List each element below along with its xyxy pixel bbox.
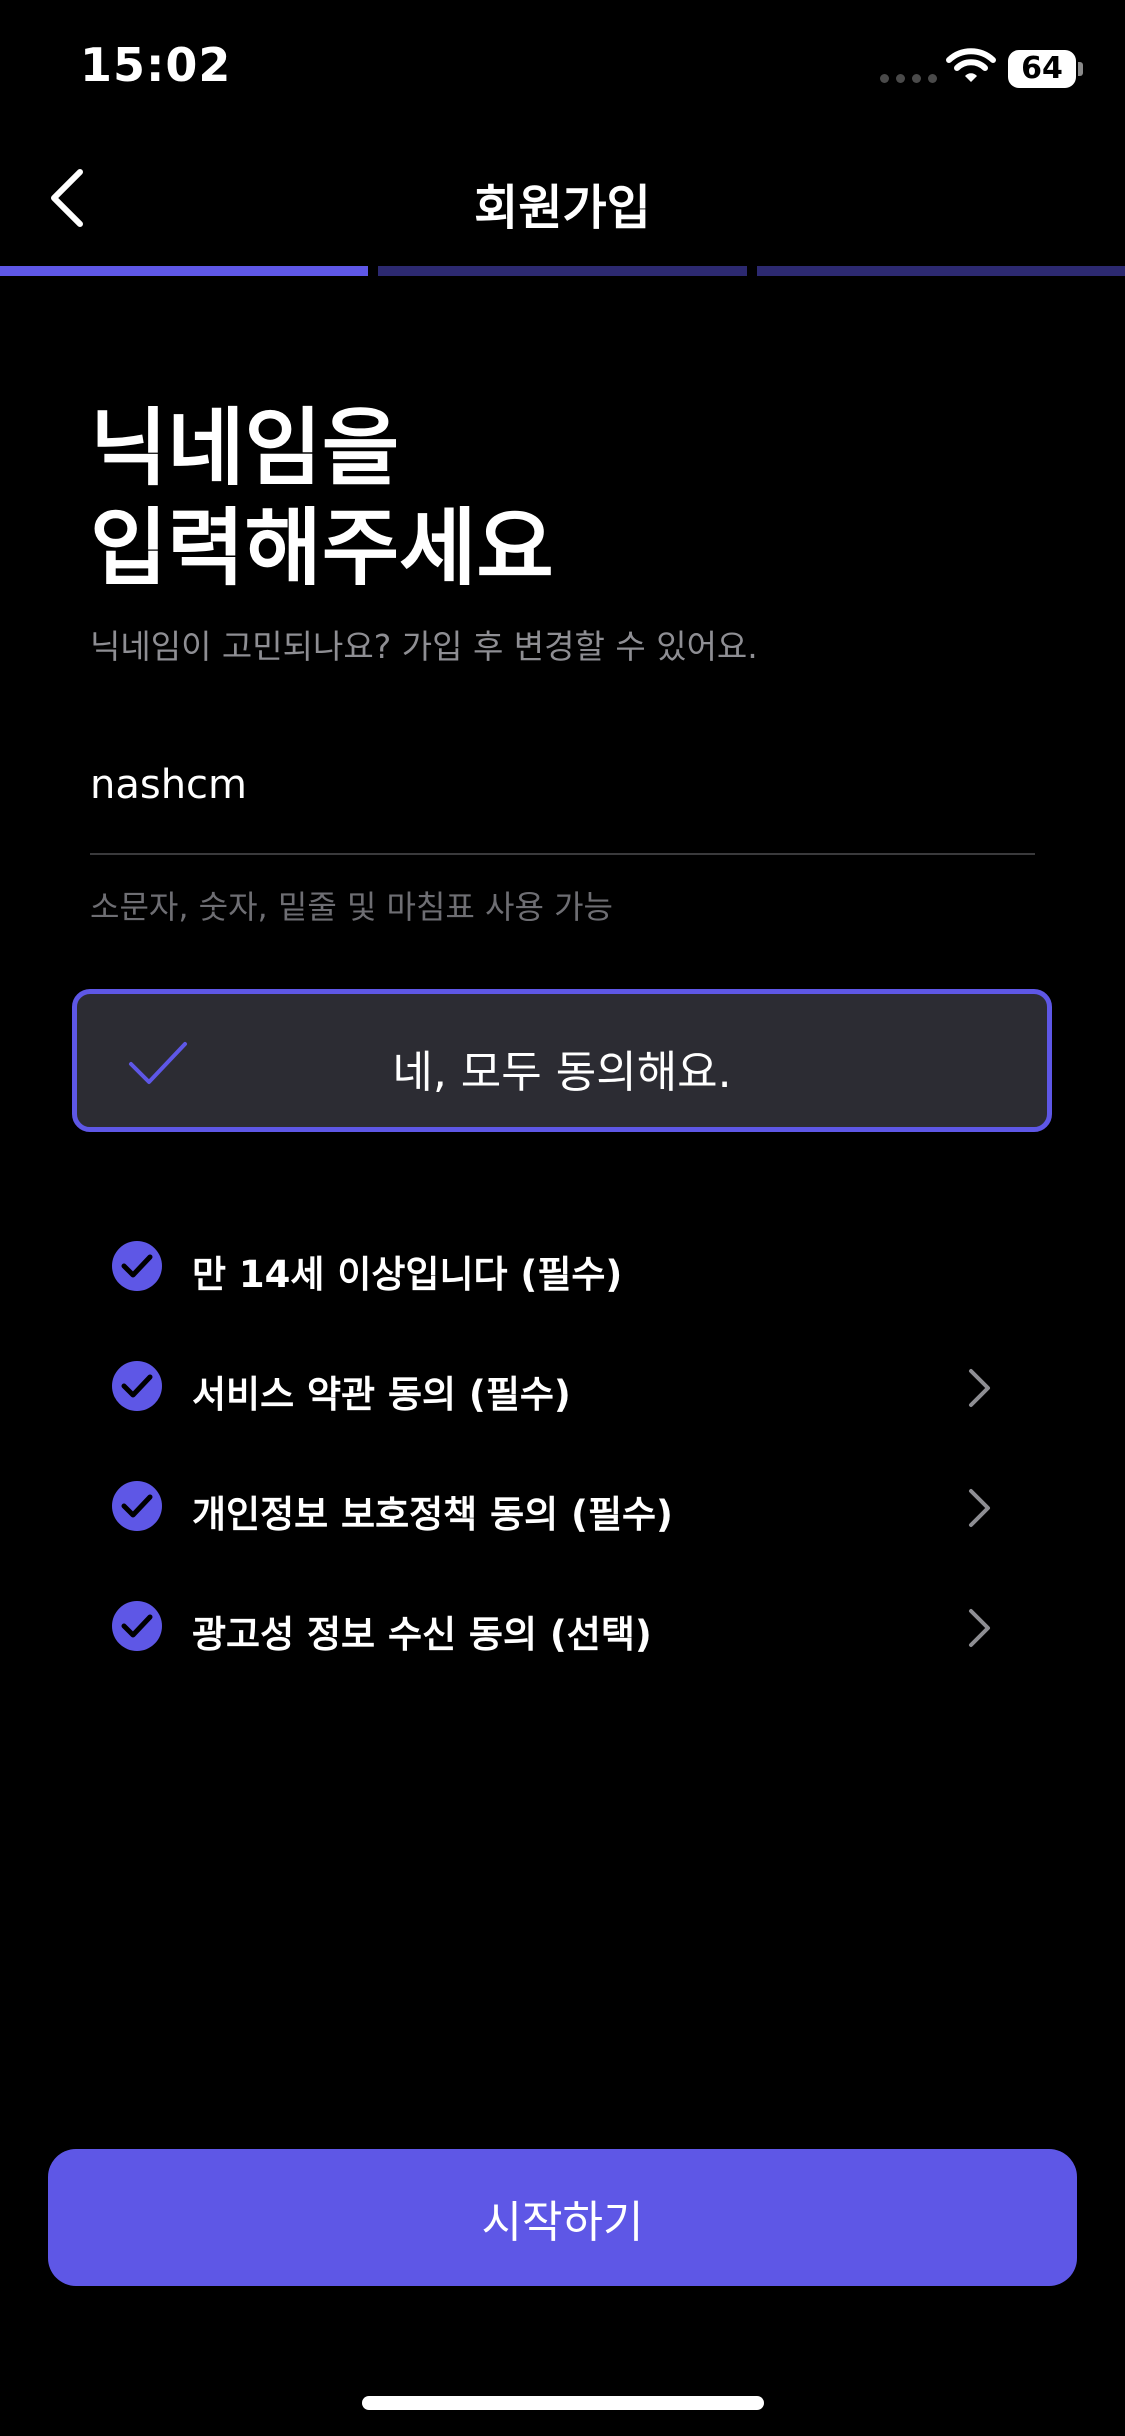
terms-label: 서비스 약관 동의 (필수) bbox=[192, 1373, 571, 1416]
battery-cap bbox=[1078, 62, 1083, 76]
agree-all-button[interactable]: 네, 모두 동의해요. bbox=[72, 989, 1052, 1132]
terms-label: 개인정보 보호정책 동의 (필수) bbox=[192, 1493, 673, 1536]
nickname-hint: 소문자, 숫자, 밑줄 및 마침표 사용 가능 bbox=[90, 888, 613, 926]
page-title: 회원가입 bbox=[474, 180, 651, 236]
terms-row-privacy-policy[interactable]: 개인정보 보호정책 동의 (필수) bbox=[112, 1460, 1012, 1550]
check-circle-icon[interactable] bbox=[112, 1241, 162, 1291]
terms-row-age-confirmation[interactable]: 만 14세 이상입니다 (필수) bbox=[112, 1220, 1012, 1310]
check-circle-icon[interactable] bbox=[112, 1481, 162, 1531]
agree-all-label: 네, 모두 동의해요. bbox=[392, 1047, 732, 1098]
terms-row-terms-of-service[interactable]: 서비스 약관 동의 (필수) bbox=[112, 1340, 1012, 1430]
heading-line-2: 입력해주세요 bbox=[90, 499, 554, 597]
progress-segment-1 bbox=[0, 266, 369, 276]
input-underline bbox=[90, 853, 1035, 855]
check-circle-icon[interactable] bbox=[112, 1361, 162, 1411]
start-button[interactable]: 시작하기 bbox=[48, 2149, 1077, 2286]
progress-segment-3 bbox=[756, 266, 1125, 276]
progress-segment-2 bbox=[378, 266, 747, 276]
cellular-signal-icon bbox=[880, 74, 937, 83]
nickname-subtitle: 닉네임이 고민되나요? 가입 후 변경할 수 있어요. bbox=[90, 627, 758, 666]
chevron-right-icon[interactable] bbox=[964, 1606, 994, 1650]
check-circle-icon[interactable] bbox=[112, 1601, 162, 1651]
chevron-right-icon[interactable] bbox=[964, 1486, 994, 1530]
terms-label: 광고성 정보 수신 동의 (선택) bbox=[192, 1613, 652, 1656]
nickname-heading: 닉네임을 입력해주세요 bbox=[90, 398, 1040, 598]
battery-icon: 64 bbox=[1008, 50, 1076, 88]
signup-progress-bar bbox=[0, 266, 1125, 276]
home-indicator bbox=[362, 2396, 764, 2410]
chevron-right-icon[interactable] bbox=[964, 1366, 994, 1410]
heading-line-1: 닉네임을 bbox=[90, 399, 400, 497]
terms-label: 만 14세 이상입니다 (필수) bbox=[192, 1253, 623, 1296]
terms-row-marketing-consent[interactable]: 광고성 정보 수신 동의 (선택) bbox=[112, 1580, 1012, 1670]
wifi-icon bbox=[946, 48, 996, 82]
status-time: 15:02 bbox=[80, 38, 232, 92]
nickname-input[interactable] bbox=[90, 750, 1035, 820]
